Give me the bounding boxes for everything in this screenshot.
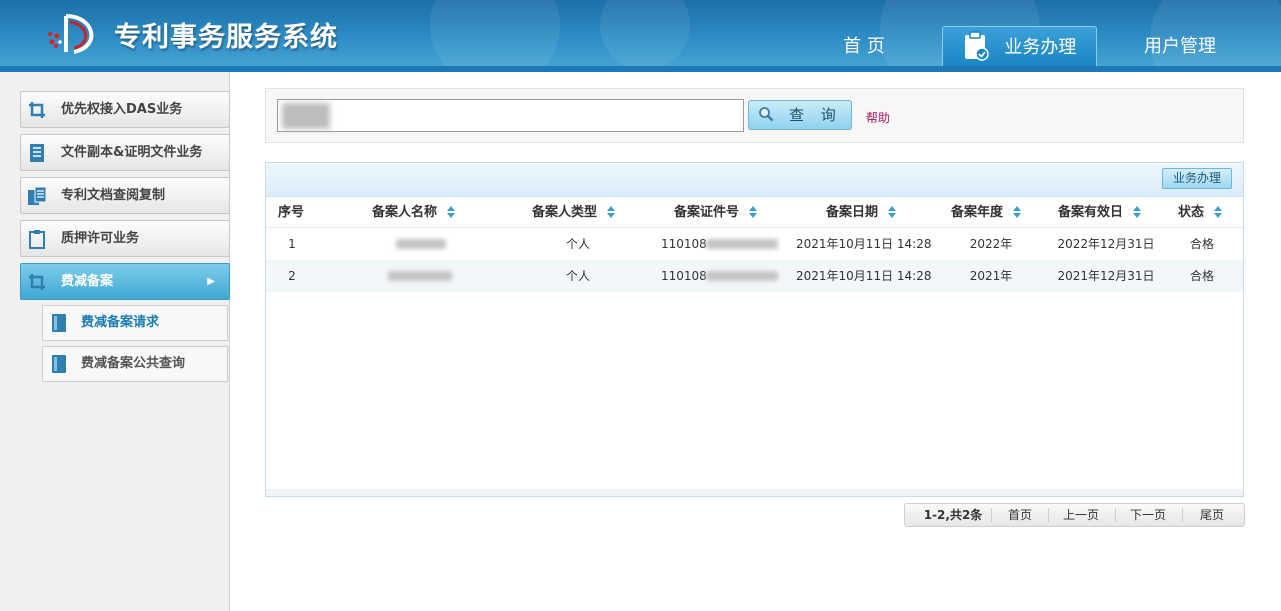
redacted-search-value [282, 103, 330, 129]
redacted-id-number [706, 239, 778, 249]
nav-tab-business[interactable]: 业务办理 [942, 26, 1097, 68]
sort-icon [887, 205, 896, 218]
sidebar-subitem-fee-reduction-public-query[interactable]: 费减备案公共查询 [42, 346, 228, 382]
sidebar-item-fee-reduction[interactable]: 费减备案 ▶ [20, 263, 230, 300]
grid-toolbar: 业务办理 [266, 163, 1243, 197]
last-page-button[interactable]: 尾页 [1184, 504, 1240, 526]
pagination: 1-2,共2条 首页 上一页 下一页 尾页 [904, 503, 1245, 527]
cell-valid-until: 2022年12月31日 [1057, 237, 1155, 251]
app-header: 专利事务服务系统 首 页 业务办理 用户管理 [0, 0, 1281, 72]
cell-date: 2021年10月11日 14:28 [796, 269, 932, 283]
sort-icon [1132, 205, 1141, 218]
sidebar-subitem-fee-reduction-request[interactable]: 费减备案请求 [42, 305, 228, 341]
pagination-divider [991, 508, 992, 522]
search-input[interactable] [277, 99, 744, 132]
table-row[interactable]: 1 个人 110108 2021年10月11日 14:28 2022年 2022… [266, 228, 1243, 260]
column-header-id-number[interactable]: 备案证件号 [674, 197, 758, 228]
cell-status: 合格 [1189, 269, 1214, 283]
sidebar-subitem-label: 费减备案请求 [81, 315, 160, 330]
pagination-summary: 1-2,共2条 [923, 508, 983, 522]
redacted-id-number [706, 271, 778, 281]
sort-icon [446, 205, 455, 218]
cell-status: 合格 [1189, 237, 1214, 251]
redacted-name [396, 239, 446, 249]
next-page-button[interactable]: 下一页 [1117, 504, 1179, 526]
header-decoration [430, 0, 560, 72]
nav-tab-business-label: 业务办理 [1004, 37, 1077, 58]
column-header-index[interactable]: 序号 [278, 197, 304, 228]
grid-header: 序号 备案人名称 备案人类型 备案证件号 备案日期 备案年度 备案有效日 状态 [266, 197, 1243, 228]
sidebar-subitem-label: 费减备案公共查询 [81, 356, 186, 371]
search-button-label: 查 询 [789, 106, 842, 124]
sort-icon [606, 205, 615, 218]
system-title: 专利事务服务系统 [114, 22, 338, 53]
table-row[interactable]: 2 个人 110108 2021年10月11日 14:28 2021年 2021… [266, 260, 1243, 292]
cell-date: 2021年10月11日 14:28 [796, 237, 932, 251]
sidebar-item-label: 文件副本&证明文件业务 [61, 145, 203, 160]
cell-index: 2 [288, 269, 296, 283]
cell-type: 个人 [565, 237, 590, 251]
column-header-type[interactable]: 备案人类型 [532, 197, 616, 228]
grid-footer-strip [266, 489, 1243, 496]
cell-id-number: 110108 [661, 269, 707, 283]
pagination-divider [1182, 508, 1183, 522]
cell-year: 2021年 [969, 269, 1013, 283]
cell-id-number: 110108 [661, 237, 707, 251]
nav-tab-user-management[interactable]: 用户管理 [1124, 26, 1236, 68]
sidebar: 优先权接入DAS业务 文件副本&证明文件业务 专利文档查阅复制 质押许可业务 费… [0, 72, 230, 611]
pagination-divider [1115, 508, 1116, 522]
document-list-icon [30, 144, 44, 162]
sidebar-item-label: 费减备案 [61, 274, 114, 289]
cell-index: 1 [288, 237, 296, 251]
sort-icon [748, 205, 757, 218]
sidebar-item-label: 专利文档查阅复制 [61, 188, 166, 203]
sidebar-item-document-copy[interactable]: 专利文档查阅复制 [20, 177, 230, 214]
column-header-status[interactable]: 状态 [1178, 197, 1223, 228]
sidebar-item-label: 质押许可业务 [61, 231, 140, 246]
clipboard-check-icon [964, 31, 989, 61]
nav-tab-home[interactable]: 首 页 [822, 26, 906, 68]
sort-icon [1213, 205, 1222, 218]
filing-grid: 业务办理 序号 备案人名称 备案人类型 备案证件号 备案日期 备案年度 备案有效… [265, 162, 1244, 497]
column-header-date[interactable]: 备案日期 [826, 197, 897, 228]
cell-year: 2022年 [969, 237, 1013, 251]
column-header-year[interactable]: 备案年度 [951, 197, 1022, 228]
help-link[interactable]: 帮助 [866, 109, 890, 126]
logo-icon [48, 14, 94, 54]
sidebar-item-label: 优先权接入DAS业务 [61, 102, 183, 117]
pagination-divider [1048, 508, 1049, 522]
sidebar-item-file-copy[interactable]: 文件副本&证明文件业务 [20, 134, 230, 171]
crop-icon [29, 274, 45, 290]
cell-type: 个人 [565, 269, 590, 283]
sidebar-item-pledge-license[interactable]: 质押许可业务 [20, 220, 230, 257]
crop-icon [29, 102, 45, 118]
cell-valid-until: 2021年12月31日 [1057, 269, 1155, 283]
clipboard-icon [29, 230, 45, 249]
search-icon [759, 107, 774, 122]
business-handle-button[interactable]: 业务办理 [1162, 168, 1232, 189]
redacted-name [388, 271, 452, 281]
search-button[interactable]: 查 询 [748, 100, 852, 130]
chevron-right-icon: ▶ [207, 276, 215, 287]
copy-document-icon [28, 186, 47, 205]
sort-icon [1012, 205, 1021, 218]
prev-page-button[interactable]: 上一页 [1050, 504, 1112, 526]
book-icon [52, 355, 66, 373]
sidebar-item-priority-das[interactable]: 优先权接入DAS业务 [20, 91, 230, 128]
first-page-button[interactable]: 首页 [993, 504, 1047, 526]
book-icon [52, 314, 66, 332]
search-panel: 查 询 帮助 [265, 88, 1244, 143]
header-decoration [600, 0, 690, 70]
column-header-name[interactable]: 备案人名称 [372, 197, 456, 228]
column-header-valid-until[interactable]: 备案有效日 [1058, 197, 1142, 228]
